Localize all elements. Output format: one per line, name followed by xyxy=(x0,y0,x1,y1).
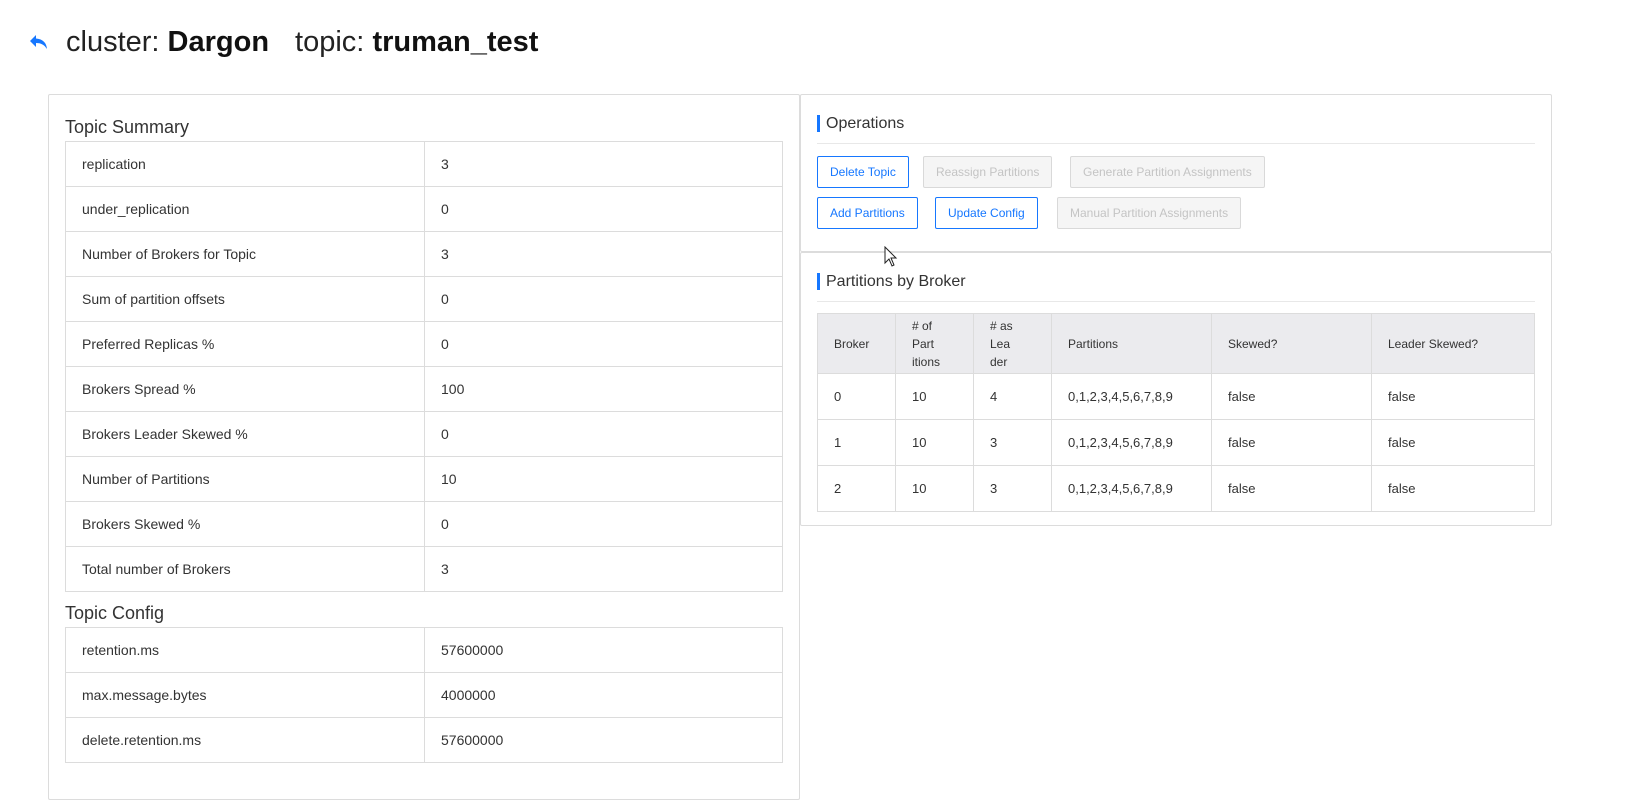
summary-key: Preferred Replicas % xyxy=(65,321,425,367)
summary-value: 3 xyxy=(424,141,783,187)
cell-broker: 0 xyxy=(817,373,896,420)
column-header-leader-skewed[interactable]: Leader Skewed? xyxy=(1371,313,1535,374)
topic-name: truman_test xyxy=(372,25,539,58)
table-row: 0 10 4 0,1,2,3,4,5,6,7,8,9 false false xyxy=(817,373,1535,420)
summary-row: Brokers Spread % 100 xyxy=(65,366,783,412)
table-row: 2 10 3 0,1,2,3,4,5,6,7,8,9 false false xyxy=(817,465,1535,512)
cell-skewed: false xyxy=(1211,419,1372,466)
operations-title: Operations xyxy=(817,115,904,132)
generate-partition-assignments-button[interactable]: Generate Partition Assignments xyxy=(1070,156,1265,188)
topic-detail-page: cluster: Dargon topic: truman_test Topic… xyxy=(0,0,1625,802)
operations-divider xyxy=(817,143,1535,144)
summary-row: Brokers Leader Skewed % 0 xyxy=(65,411,783,457)
column-header-as-leader[interactable]: # as Lea der xyxy=(973,313,1052,374)
cell-skewed: false xyxy=(1211,373,1372,420)
cell-as-leader: 3 xyxy=(973,465,1052,512)
column-header-num-partitions[interactable]: # of Part itions xyxy=(895,313,974,374)
summary-row: Sum of partition offsets 0 xyxy=(65,276,783,322)
summary-value: 0 xyxy=(424,411,783,457)
cell-broker: 1 xyxy=(817,419,896,466)
summary-value: 10 xyxy=(424,456,783,502)
config-value: 4000000 xyxy=(424,672,783,718)
summary-row: Number of Brokers for Topic 3 xyxy=(65,231,783,277)
summary-row: replication 3 xyxy=(65,141,783,187)
column-header-skewed[interactable]: Skewed? xyxy=(1211,313,1372,374)
topic-config-table: retention.ms 57600000 max.message.bytes 400… xyxy=(65,627,783,763)
config-key: max.message.bytes xyxy=(65,672,425,718)
topic-summary-title: Topic Summary xyxy=(65,117,190,137)
config-row: max.message.bytes 4000000 xyxy=(65,672,783,718)
cell-num-partitions: 10 xyxy=(895,419,974,466)
column-header-broker[interactable]: Broker xyxy=(817,313,896,374)
cluster-title: cluster: Dargon xyxy=(66,26,269,59)
cell-leader-skewed: false xyxy=(1371,419,1535,466)
cell-as-leader: 3 xyxy=(973,419,1052,466)
summary-value: 3 xyxy=(424,546,783,592)
summary-key: Number of Brokers for Topic xyxy=(65,231,425,277)
topic-config-title: Topic Config xyxy=(65,603,165,623)
cell-leader-skewed: false xyxy=(1371,373,1535,420)
delete-topic-button[interactable]: Delete Topic xyxy=(817,156,909,188)
summary-key: Sum of partition offsets xyxy=(65,276,425,322)
cell-partitions: 0,1,2,3,4,5,6,7,8,9 xyxy=(1051,465,1212,512)
topic-info-card: Topic Summary replication 3 under_replicat… xyxy=(48,94,800,800)
manual-partition-assignments-button[interactable]: Manual Partition Assignments xyxy=(1057,197,1242,229)
column-header-partitions[interactable]: Partitions xyxy=(1051,313,1212,374)
summary-row: Brokers Skewed % 0 xyxy=(65,501,783,547)
config-key: retention.ms xyxy=(65,627,425,673)
summary-value: 0 xyxy=(424,186,783,232)
summary-row: Number of Partitions 10 xyxy=(65,456,783,502)
config-key: delete.retention.ms xyxy=(65,717,425,763)
table-row: 1 10 3 0,1,2,3,4,5,6,7,8,9 false false xyxy=(817,419,1535,466)
summary-value: 0 xyxy=(424,321,783,367)
summary-key: Brokers Leader Skewed % xyxy=(65,411,425,457)
cluster-label: cluster: xyxy=(66,25,160,58)
partitions-by-broker-card: Partitions by Broker Broker # of Part iti… xyxy=(800,252,1552,526)
summary-value: 3 xyxy=(424,231,783,277)
config-value: 57600000 xyxy=(424,717,783,763)
cell-skewed: false xyxy=(1211,465,1372,512)
topic-label: topic: xyxy=(295,25,365,58)
cell-num-partitions: 10 xyxy=(895,373,974,420)
cell-num-partitions: 10 xyxy=(895,465,974,512)
summary-key: Brokers Spread % xyxy=(65,366,425,412)
summary-key: replication xyxy=(65,141,425,187)
reassign-partitions-button[interactable]: Reassign Partitions xyxy=(923,156,1053,188)
update-config-button[interactable]: Update Config xyxy=(935,197,1038,229)
cell-partitions: 0,1,2,3,4,5,6,7,8,9 xyxy=(1051,373,1212,420)
cell-as-leader: 4 xyxy=(973,373,1052,420)
config-row: delete.retention.ms 57600000 xyxy=(65,717,783,763)
config-row: retention.ms 57600000 xyxy=(65,627,783,673)
cell-leader-skewed: false xyxy=(1371,465,1535,512)
topic-title: topic: truman_test xyxy=(295,26,538,59)
summary-value: 100 xyxy=(424,366,783,412)
mouse-cursor-icon xyxy=(884,246,898,267)
table-header-row: Broker # of Part itions # as Lea der Parti… xyxy=(817,313,1535,374)
operations-card: Operations Delete Topic Reassign Partiti… xyxy=(800,94,1552,252)
add-partitions-button[interactable]: Add Partitions xyxy=(817,197,918,229)
partitions-by-broker-table: Broker # of Part itions # as Lea der Parti… xyxy=(817,313,1535,512)
page-header: cluster: Dargon topic: truman_test xyxy=(28,22,564,62)
partitions-divider xyxy=(817,301,1535,302)
back-arrow-icon[interactable] xyxy=(28,31,50,53)
config-value: 57600000 xyxy=(424,627,783,673)
summary-row: Preferred Replicas % 0 xyxy=(65,321,783,367)
summary-value: 0 xyxy=(424,501,783,547)
summary-row: under_replication 0 xyxy=(65,186,783,232)
summary-key: Number of Partitions xyxy=(65,456,425,502)
cell-broker: 2 xyxy=(817,465,896,512)
cell-partitions: 0,1,2,3,4,5,6,7,8,9 xyxy=(1051,419,1212,466)
partitions-by-broker-title: Partitions by Broker xyxy=(817,273,966,290)
summary-row: Total number of Brokers 3 xyxy=(65,546,783,592)
summary-key: Total number of Brokers xyxy=(65,546,425,592)
summary-key: Brokers Skewed % xyxy=(65,501,425,547)
summary-value: 0 xyxy=(424,276,783,322)
topic-summary-table: replication 3 under_replication 0 Number of … xyxy=(65,141,783,592)
summary-key: under_replication xyxy=(65,186,425,232)
cluster-name: Dargon xyxy=(167,25,270,58)
